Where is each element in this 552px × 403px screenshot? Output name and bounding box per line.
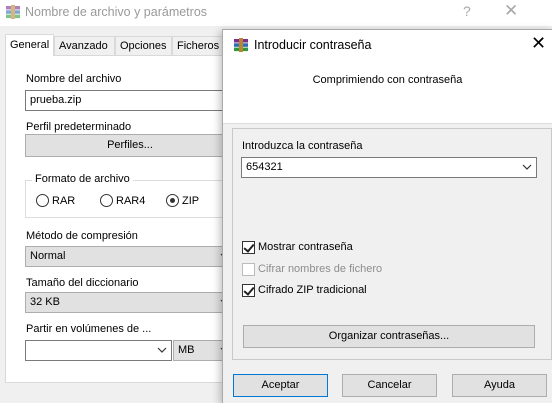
winrar-app-icon (5, 4, 21, 20)
dictionary-size-label: Tamaño del diccionario (26, 277, 139, 289)
split-volumes-label: Partir en volúmenes de ... (26, 323, 152, 335)
organize-passwords-button[interactable]: Organizar contraseñas... (243, 325, 535, 348)
encrypt-filenames-label: Cifrar nombres de fichero (258, 263, 383, 275)
compression-method-label: Método de compresión (26, 230, 138, 242)
password-input[interactable]: 654321 (241, 157, 537, 178)
split-volumes-input[interactable] (25, 340, 172, 361)
radio-rar[interactable] (36, 194, 49, 207)
password-value: 654321 (246, 161, 283, 173)
password-dialog-title: Introducir contraseña (254, 38, 372, 52)
radio-rar4[interactable] (100, 194, 113, 207)
compressing-with-password-caption: Comprimiendo con contraseña (312, 74, 463, 86)
radio-zip-label: ZIP (182, 195, 200, 207)
show-password-checkbox[interactable] (242, 241, 255, 254)
dictionary-size-value: 32 KB (30, 296, 60, 308)
help-icon[interactable]: ? (463, 3, 471, 19)
encrypt-filenames-checkbox[interactable] (242, 263, 255, 276)
filename-input[interactable]: prueba.zip (25, 90, 235, 111)
close-icon[interactable]: ✕ (504, 1, 518, 21)
password-dialog-titlebar[interactable]: Introducir contraseña ✕ (223, 30, 552, 60)
split-units-value: MB (178, 344, 195, 356)
password-label: Introduzca la contraseña (242, 140, 363, 152)
help-button[interactable]: Ayuda (452, 374, 547, 397)
ok-button[interactable]: Aceptar (233, 374, 328, 397)
profile-label: Perfil predeterminado (26, 121, 132, 133)
zip-legacy-encryption-checkbox[interactable] (242, 284, 255, 297)
winrar-app-icon (233, 37, 249, 53)
close-icon[interactable]: ✕ (531, 33, 546, 54)
tab-ficheros[interactable]: Ficheros (172, 36, 227, 55)
compression-method-value: Normal (30, 250, 66, 262)
radio-zip[interactable] (166, 194, 179, 207)
radio-rar-label: RAR (52, 195, 76, 207)
tab-opciones[interactable]: Opciones (115, 36, 172, 55)
filename-label: Nombre del archivo (26, 73, 122, 85)
cancel-button[interactable]: Cancelar (342, 374, 437, 397)
archive-params-title: Nombre de archivo y parámetros (25, 5, 208, 19)
chevron-down-icon (522, 164, 532, 170)
archive-format-legend: Formato de archivo (32, 173, 133, 185)
tab-avanzado[interactable]: Avanzado (54, 36, 115, 55)
dictionary-size-select[interactable]: 32 KB (25, 292, 235, 313)
radio-rar4-label: RAR4 (116, 195, 146, 207)
password-dialog: Introducir contraseña ✕ Comprimiendo con… (222, 29, 552, 403)
password-dialog-header: Comprimiendo con contraseña (223, 60, 552, 124)
zip-legacy-encryption-label: Cifrado ZIP tradicional (258, 284, 367, 296)
archive-params-titlebar[interactable]: Nombre de archivo y parámetros ? ✕ (0, 0, 552, 26)
show-password-label: Mostrar contraseña (258, 241, 353, 253)
compression-method-select[interactable]: Normal (25, 246, 235, 267)
tab-general[interactable]: General (5, 34, 54, 56)
profiles-button[interactable]: Perfiles... (25, 134, 235, 157)
chevron-down-icon (157, 347, 167, 353)
